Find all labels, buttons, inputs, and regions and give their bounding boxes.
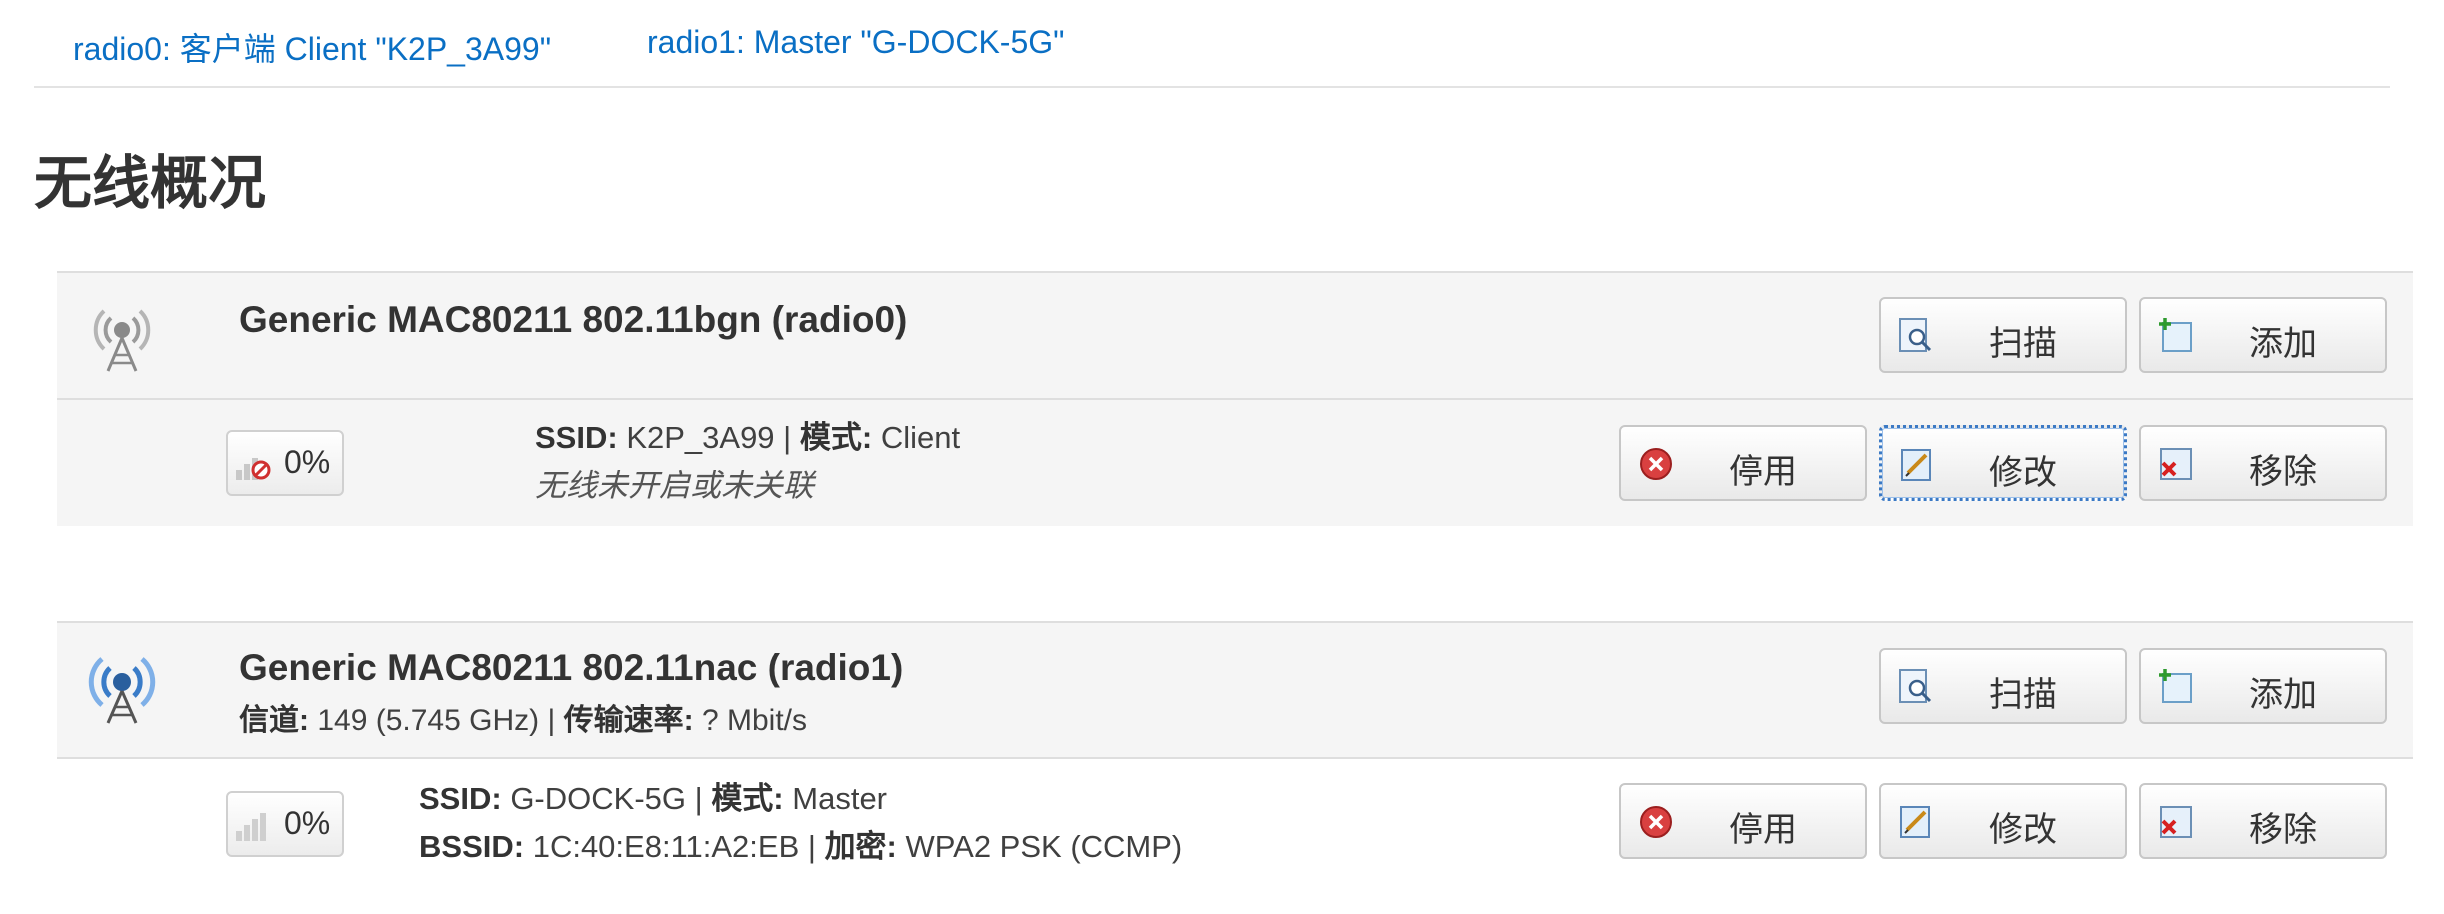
wifi-radio-icon (82, 645, 162, 725)
scan-button[interactable]: 扫描 (1879, 297, 2127, 373)
disable-button[interactable]: 停用 (1619, 425, 1867, 501)
channel-value: 149 (5.745 GHz) (317, 704, 540, 737)
disable-button[interactable]: 停用 (1619, 783, 1867, 859)
encryption-value: WPA2 PSK (CCMP) (905, 829, 1183, 864)
mode-value: Client (880, 420, 961, 455)
rate-value: ? Mbit/s (701, 704, 807, 737)
ssid-value: K2P_3A99 (626, 420, 775, 455)
device-title: Generic MAC80211 802.11nac (radio1) (239, 647, 904, 688)
remove-button[interactable]: 移除 (2139, 783, 2387, 859)
signal-strength-icon (236, 458, 271, 480)
device-title: Generic MAC80211 802.11bgn (radio0) (239, 299, 908, 340)
mode-value: Master (792, 781, 888, 816)
network-info: SSID: G-DOCK-5G | 模式: Master BSSID: 1C:4… (419, 781, 1183, 864)
ssid-value: G-DOCK-5G (510, 781, 686, 816)
bssid-value: 1C:40:E8:11:A2:EB (532, 829, 800, 864)
page-title: 无线概况 (34, 149, 267, 217)
network-status: 无线未开启或未关联 (535, 468, 814, 503)
device-row-radio1: Generic MAC80211 802.11nac (radio1) 信道: … (57, 621, 2413, 759)
signal-badge: 0% (226, 430, 344, 496)
remove-button[interactable]: 移除 (2139, 425, 2387, 501)
device-channel-info: 信道: 149 (5.745 GHz) | 传输速率: ? Mbit/s (239, 704, 807, 737)
edit-button[interactable]: 修改 (1879, 425, 2127, 501)
wifi-radio-icon (82, 293, 162, 373)
tab-radio1[interactable]: radio1: Master "G-DOCK-5G" (647, 24, 1064, 61)
scan-button[interactable]: 扫描 (1879, 648, 2127, 724)
signal-value: 0% (284, 805, 331, 841)
network-info: SSID: K2P_3A99 | 模式: Client 无线未开启或未关联 (535, 420, 961, 503)
network-row-radio1: 0% SSID: G-DOCK-5G | 模式: Master BSSID: 1… (57, 757, 2413, 914)
signal-strength-icon (236, 813, 266, 841)
signal-value: 0% (284, 444, 331, 480)
add-button[interactable]: 添加 (2139, 297, 2387, 373)
edit-button[interactable]: 修改 (1879, 783, 2127, 859)
device-row-radio0: Generic MAC80211 802.11bgn (radio0) 扫描 添… (57, 271, 2413, 400)
tab-radio0[interactable]: radio0: 客户端 Client "K2P_3A99" (73, 24, 551, 70)
tab-bar: radio0: 客户端 Client "K2P_3A99" radio1: Ma… (34, 0, 2390, 88)
add-button[interactable]: 添加 (2139, 648, 2387, 724)
network-row-radio0: 0% SSID: K2P_3A99 | 模式: Client 无线未开启或未关联… (57, 398, 2413, 526)
signal-badge: 0% (226, 791, 344, 857)
